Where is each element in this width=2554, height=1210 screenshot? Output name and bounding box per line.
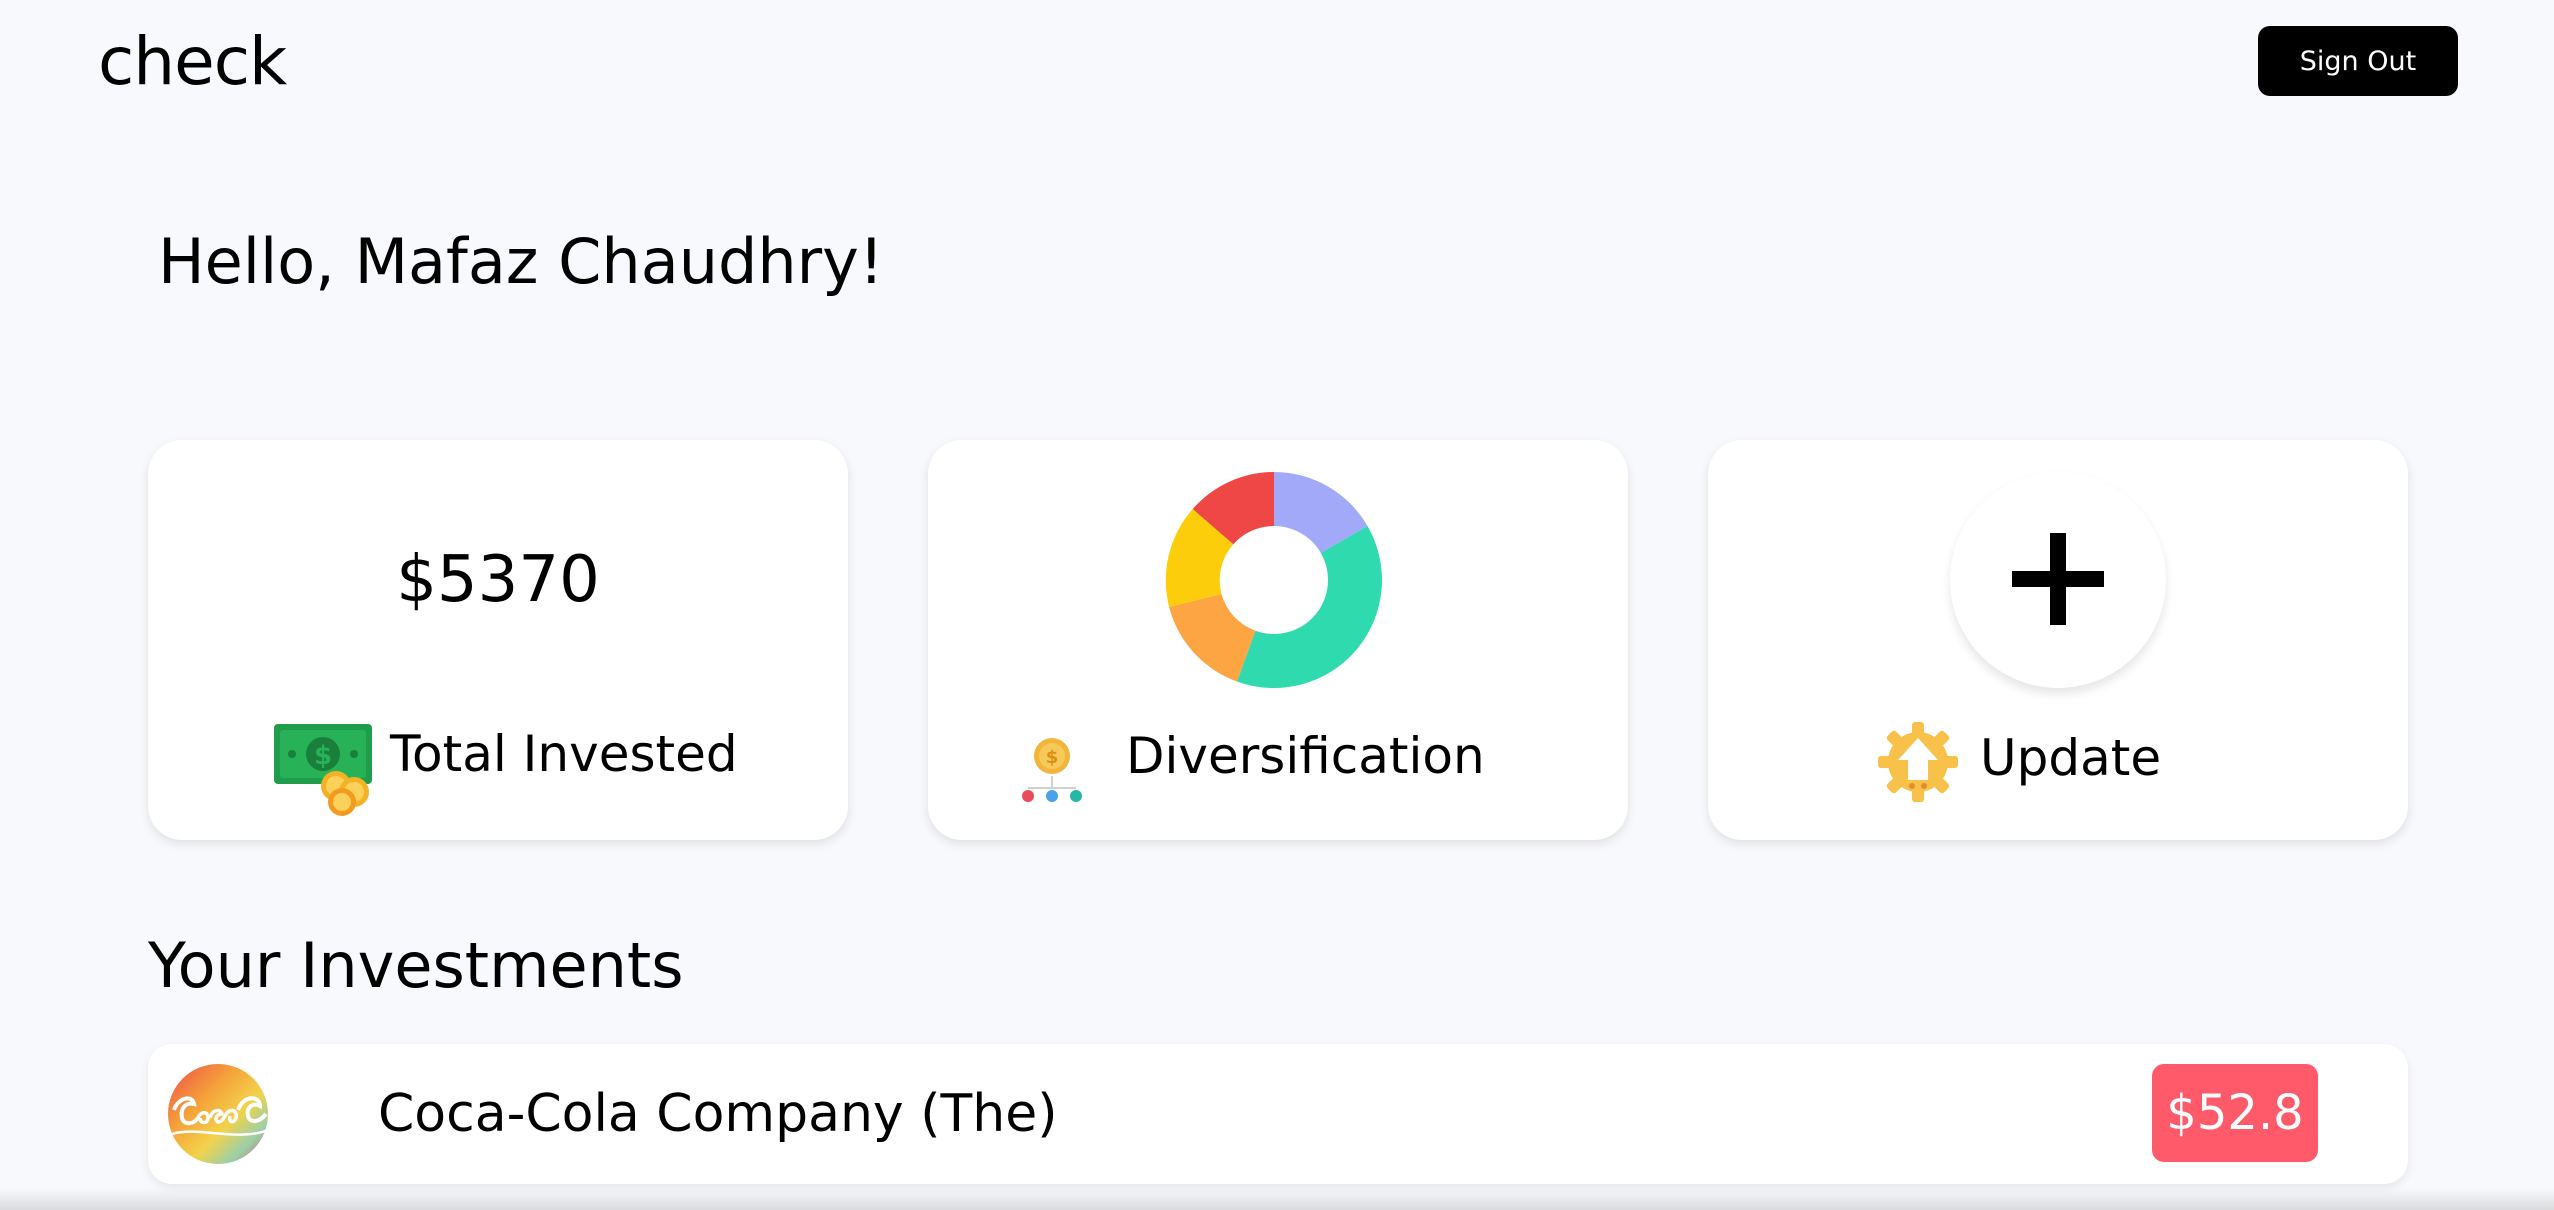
coin-distribution-icon: $ — [1020, 736, 1084, 808]
diversification-card: $ Diversification — [928, 440, 1628, 840]
coca-cola-logo — [168, 1064, 268, 1164]
investment-name: Coca-Cola Company (The) — [378, 1084, 1058, 1144]
total-invested-card: $5370 $ Total Invested — [148, 440, 848, 840]
total-invested-label: Total Invested — [390, 725, 738, 783]
update-card: Update — [1708, 440, 2408, 840]
total-invested-amount: $5370 — [396, 543, 600, 617]
svg-text:$: $ — [1046, 747, 1059, 768]
plus-icon — [2008, 529, 2108, 632]
greeting-heading: Hello, Mafaz Chaudhry! — [158, 225, 884, 298]
donut-chart-icon — [1164, 470, 1384, 690]
sign-out-button[interactable]: Sign Out — [2258, 26, 2458, 96]
investments-heading: Your Investments — [148, 929, 684, 1002]
add-investment-button[interactable] — [1950, 472, 2166, 688]
bottom-fade — [0, 1188, 2554, 1210]
investment-row[interactable]: Coca-Cola Company (The) $52.8 — [148, 1044, 2408, 1184]
investment-price-badge: $52.8 — [2152, 1064, 2318, 1162]
svg-text:$: $ — [314, 741, 332, 771]
app-logo[interactable]: check — [98, 22, 287, 102]
diversification-label: Diversification — [1126, 727, 1485, 785]
money-bill-coins-icon: $ — [272, 722, 376, 822]
gear-upload-icon — [1876, 720, 1960, 808]
update-label: Update — [1980, 729, 2162, 787]
